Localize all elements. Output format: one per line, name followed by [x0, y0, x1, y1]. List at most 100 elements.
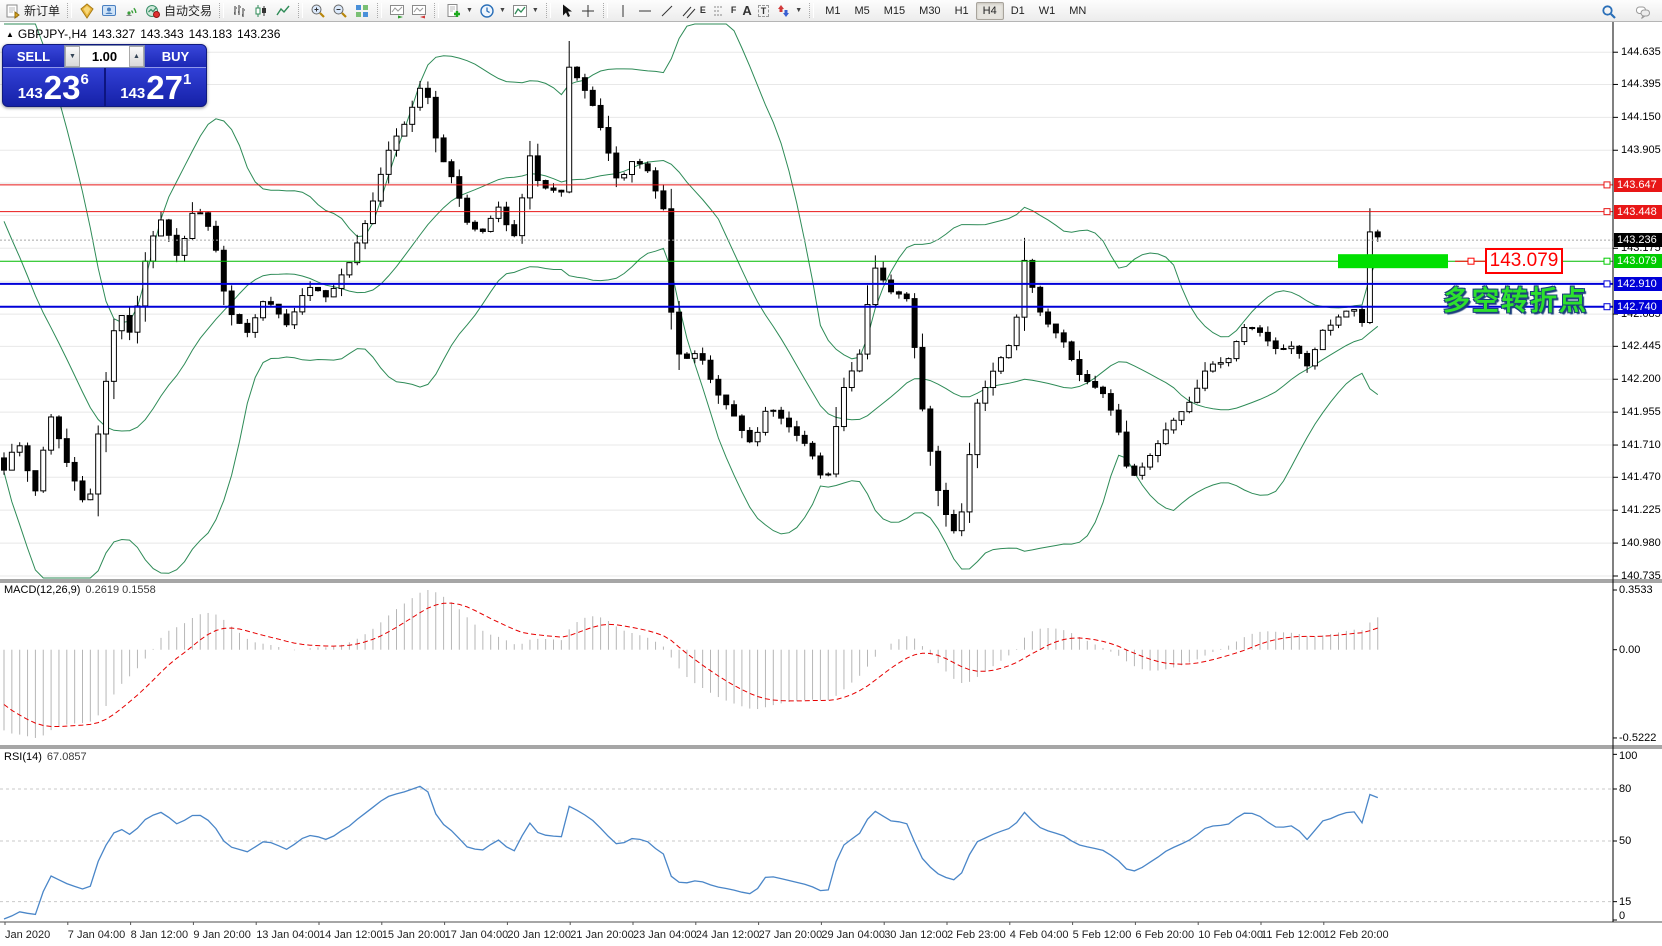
candlestick-chart-icon	[253, 3, 269, 19]
line-chart-button[interactable]	[272, 1, 294, 21]
rsi-name: RSI(14)	[4, 751, 42, 763]
channel-tool-button[interactable]: E	[678, 1, 709, 21]
tile-windows-icon	[354, 3, 370, 19]
timeframe-D1[interactable]: D1	[1004, 2, 1032, 20]
buy-button[interactable]: BUY	[145, 45, 206, 68]
line-chart-icon	[275, 3, 291, 19]
auto-trading-button[interactable]: 自动交易	[142, 1, 215, 21]
price-tick: 144.150	[1621, 111, 1661, 123]
volume-value[interactable]: 1.00	[80, 46, 129, 67]
volume-field[interactable]: ▼ 1.00 ▲	[64, 45, 145, 68]
time-axis-label: 11 Feb 12:00	[1261, 929, 1325, 941]
timeframe-H4[interactable]: H4	[976, 2, 1004, 20]
toolbar-grip	[219, 3, 224, 18]
trendline-tool-button[interactable]	[656, 1, 678, 21]
fibonacci-glyph: F	[731, 6, 737, 15]
sell-button[interactable]: SELL	[3, 45, 64, 68]
label-tool-glyph: T	[758, 5, 770, 17]
buy-price-prefix: 143	[120, 85, 145, 102]
market-button[interactable]	[76, 1, 98, 21]
community-button[interactable]	[98, 1, 120, 21]
vertical-line-tool-button[interactable]	[612, 1, 634, 21]
rsi-value: 67.0857	[47, 751, 87, 763]
price-tick: 141.955	[1621, 406, 1661, 418]
auto-trading-label: 自动交易	[164, 2, 212, 19]
rsi-scale-tick: 15	[1619, 896, 1631, 908]
signals-button[interactable]	[120, 1, 142, 21]
fibonacci-tool-button[interactable]: F	[709, 1, 740, 21]
candlestick-chart-button[interactable]	[250, 1, 272, 21]
new-order-label: 新订单	[24, 2, 60, 19]
macd-name: MACD(12,26,9)	[4, 584, 80, 596]
arrows-tool-button[interactable]: ▼	[772, 1, 805, 21]
timeframe-M5[interactable]: M5	[847, 2, 876, 20]
macd-scale-tick: 0.3533	[1619, 584, 1653, 596]
price-flag: 143.236	[1614, 233, 1662, 247]
chat-icon	[1635, 4, 1651, 20]
price-tick: 141.710	[1621, 439, 1661, 451]
collapse-arrow-icon[interactable]: ▲	[6, 30, 14, 39]
buy-price[interactable]: 143 27 1	[106, 68, 207, 107]
timeframe-toolbar: M1M5M15M30H1H4D1W1MN	[818, 1, 1093, 20]
time-axis-label: 14 Jan 12:00	[319, 929, 383, 941]
timeframe-M15[interactable]: M15	[877, 2, 912, 20]
sell-price-prefix: 143	[18, 85, 43, 102]
chart-plot-area[interactable]	[0, 22, 1613, 580]
chart-title: ▲GBPJPY-,H4143.327143.343143.183143.236	[6, 27, 285, 41]
ohlc-close: 143.236	[237, 27, 280, 41]
zoom-in-button[interactable]	[307, 1, 329, 21]
add-indicator-button[interactable]: ▼	[443, 1, 476, 21]
new-order-button[interactable]: 新订单	[2, 1, 63, 21]
chart-shift-button[interactable]	[408, 1, 430, 21]
bar-chart-icon	[231, 3, 247, 19]
search-button[interactable]	[1598, 2, 1620, 22]
auto-scroll-icon	[389, 3, 405, 19]
crosshair-tool-button[interactable]	[577, 1, 599, 21]
price-tick: 142.445	[1621, 340, 1661, 352]
sell-price-big: 23	[44, 70, 81, 106]
price-tick: 140.735	[1621, 570, 1661, 582]
community-icon	[101, 3, 117, 19]
zoom-out-button[interactable]	[329, 1, 351, 21]
time-axis-label: 2 Feb 23:00	[947, 929, 1006, 941]
timeframe-MN[interactable]: MN	[1062, 2, 1093, 20]
periods-button[interactable]: ▼	[476, 1, 509, 21]
price-tick: 143.905	[1621, 144, 1661, 156]
cursor-tool-button[interactable]	[555, 1, 577, 21]
tile-windows-button[interactable]	[351, 1, 373, 21]
macd-signal-line	[4, 603, 1378, 726]
time-axis-label: 5 Feb 12:00	[1073, 929, 1132, 941]
auto-scroll-button[interactable]	[386, 1, 408, 21]
channel-icon	[681, 3, 697, 19]
time-axis-label: Jan 2020	[5, 929, 50, 941]
trendline-icon	[659, 3, 675, 19]
time-axis-label: 9 Jan 20:00	[193, 929, 251, 941]
price-tick: 141.470	[1621, 471, 1661, 483]
sell-price[interactable]: 143 23 6	[3, 68, 104, 107]
timeframe-H1[interactable]: H1	[948, 2, 976, 20]
timeframe-M1[interactable]: M1	[818, 2, 847, 20]
annotation-text[interactable]: 多空转折点	[1443, 279, 1588, 318]
price-callout-box[interactable]: 143.079	[1485, 248, 1563, 274]
horizontal-line-tool-button[interactable]	[634, 1, 656, 21]
toolbar-grip	[603, 3, 608, 18]
time-axis-label: 20 Jan 12:00	[507, 929, 571, 941]
price-tick: 144.635	[1621, 46, 1661, 58]
volume-up-icon[interactable]: ▲	[129, 46, 144, 67]
time-axis-label: 6 Feb 20:00	[1135, 929, 1194, 941]
zoom-in-icon	[310, 3, 326, 19]
timeframe-M30[interactable]: M30	[912, 2, 947, 20]
bar-chart-button[interactable]	[228, 1, 250, 21]
templates-button[interactable]: ▼	[509, 1, 542, 21]
buy-price-sup: 1	[183, 71, 191, 88]
cursor-icon	[558, 3, 574, 19]
text-tool-button[interactable]: A	[739, 1, 754, 21]
time-axis-label: 12 Feb 20:00	[1324, 929, 1389, 941]
dropdown-caret-icon: ▼	[499, 7, 506, 14]
chat-button[interactable]	[1632, 2, 1654, 22]
label-tool-button[interactable]: T	[755, 1, 773, 21]
toolbar-grip	[809, 3, 814, 18]
price-tick: 144.395	[1621, 78, 1661, 90]
volume-down-icon[interactable]: ▼	[65, 46, 80, 67]
timeframe-W1[interactable]: W1	[1032, 2, 1063, 20]
